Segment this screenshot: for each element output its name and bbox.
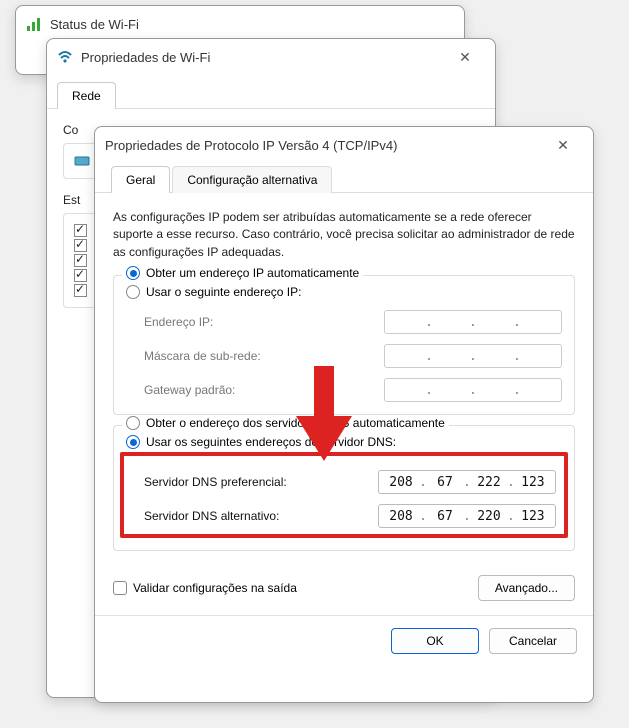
- dialog-title: Propriedades de Protocolo IP Versão 4 (T…: [105, 138, 543, 153]
- ip-address-label: Endereço IP:: [144, 315, 213, 329]
- dns-preferred-input[interactable]: 208. 67. 222. 123: [378, 470, 556, 494]
- checkbox-icon: [74, 284, 87, 297]
- description-text: As configurações IP podem ser atribuídas…: [113, 209, 575, 261]
- radio-ip-manual[interactable]: [126, 285, 140, 299]
- radio-ip-auto[interactable]: [126, 266, 140, 280]
- dns-alternate-row: Servidor DNS alternativo: 208. 67. 220. …: [144, 504, 556, 528]
- ip-address-fieldset: Obter um endereço IP automaticamente Usa…: [113, 275, 575, 415]
- titlebar: Propriedades de Wi-Fi ✕: [47, 39, 495, 75]
- radio-ip-manual-label: Usar o seguinte endereço IP:: [146, 285, 301, 299]
- radio-dns-manual[interactable]: [126, 435, 140, 449]
- validate-checkbox[interactable]: [113, 581, 127, 595]
- dns-preferred-label: Servidor DNS preferencial:: [144, 475, 287, 489]
- tab-general[interactable]: Geral: [111, 166, 170, 193]
- ok-button[interactable]: OK: [391, 628, 479, 654]
- subnet-mask-row: Máscara de sub-rede: 0.0.0.0: [144, 344, 562, 368]
- radio-dns-manual-label: Usar os seguintes endereços de servidor …: [146, 435, 396, 449]
- ip-address-input: 0.0.0.0: [384, 310, 562, 334]
- dns-fieldset: Obter o endereço dos servidores DNS auto…: [113, 425, 575, 551]
- window-title: Propriedades de Wi-Fi: [81, 50, 445, 65]
- tab-rede[interactable]: Rede: [57, 82, 116, 109]
- window-title: Status de Wi-Fi: [50, 17, 454, 32]
- adapter-icon: [74, 153, 90, 169]
- titlebar: Status de Wi-Fi: [16, 6, 464, 42]
- validate-label: Validar configurações na saída: [133, 581, 297, 595]
- dialog-ipv4-properties: Propriedades de Protocolo IP Versão 4 (T…: [94, 126, 594, 703]
- wifi-icon: [57, 49, 73, 65]
- tab-alternate-config[interactable]: Configuração alternativa: [172, 166, 332, 193]
- tabstrip: Geral Configuração alternativa: [95, 163, 593, 193]
- subnet-mask-input: 0.0.0.0: [384, 344, 562, 368]
- checkbox-icon: [74, 224, 87, 237]
- validate-row: Validar configurações na saída Avançado.…: [113, 575, 575, 601]
- tabstrip: Rede: [47, 75, 495, 109]
- cancel-button[interactable]: Cancelar: [489, 628, 577, 654]
- advanced-button[interactable]: Avançado...: [478, 575, 575, 601]
- tab-panel-general: As configurações IP podem ser atribuídas…: [95, 193, 593, 615]
- ip-address-row: Endereço IP: 0.0.0.0: [144, 310, 562, 334]
- radio-dns-auto[interactable]: [126, 416, 140, 430]
- close-icon[interactable]: ✕: [543, 131, 583, 159]
- checkbox-icon: [74, 254, 87, 267]
- dialog-button-row: OK Cancelar: [95, 615, 593, 666]
- dns-preferred-row: Servidor DNS preferencial: 208. 67. 222.…: [144, 470, 556, 494]
- dns-alternate-label: Servidor DNS alternativo:: [144, 509, 279, 523]
- dns-fields-highlight: Servidor DNS preferencial: 208. 67. 222.…: [120, 452, 568, 538]
- wifi-signal-icon: [26, 16, 42, 32]
- radio-dns-auto-label: Obter o endereço dos servidores DNS auto…: [146, 416, 445, 430]
- gateway-input: 0.0.0.0: [384, 378, 562, 402]
- gateway-row: Gateway padrão: 0.0.0.0: [144, 378, 562, 402]
- titlebar: Propriedades de Protocolo IP Versão 4 (T…: [95, 127, 593, 163]
- checkbox-icon: [74, 269, 87, 282]
- radio-ip-auto-label: Obter um endereço IP automaticamente: [146, 266, 359, 280]
- close-icon[interactable]: ✕: [445, 43, 485, 71]
- checkbox-icon: [74, 239, 87, 252]
- gateway-label: Gateway padrão:: [144, 383, 235, 397]
- dns-alternate-input[interactable]: 208. 67. 220. 123: [378, 504, 556, 528]
- subnet-mask-label: Máscara de sub-rede:: [144, 349, 261, 363]
